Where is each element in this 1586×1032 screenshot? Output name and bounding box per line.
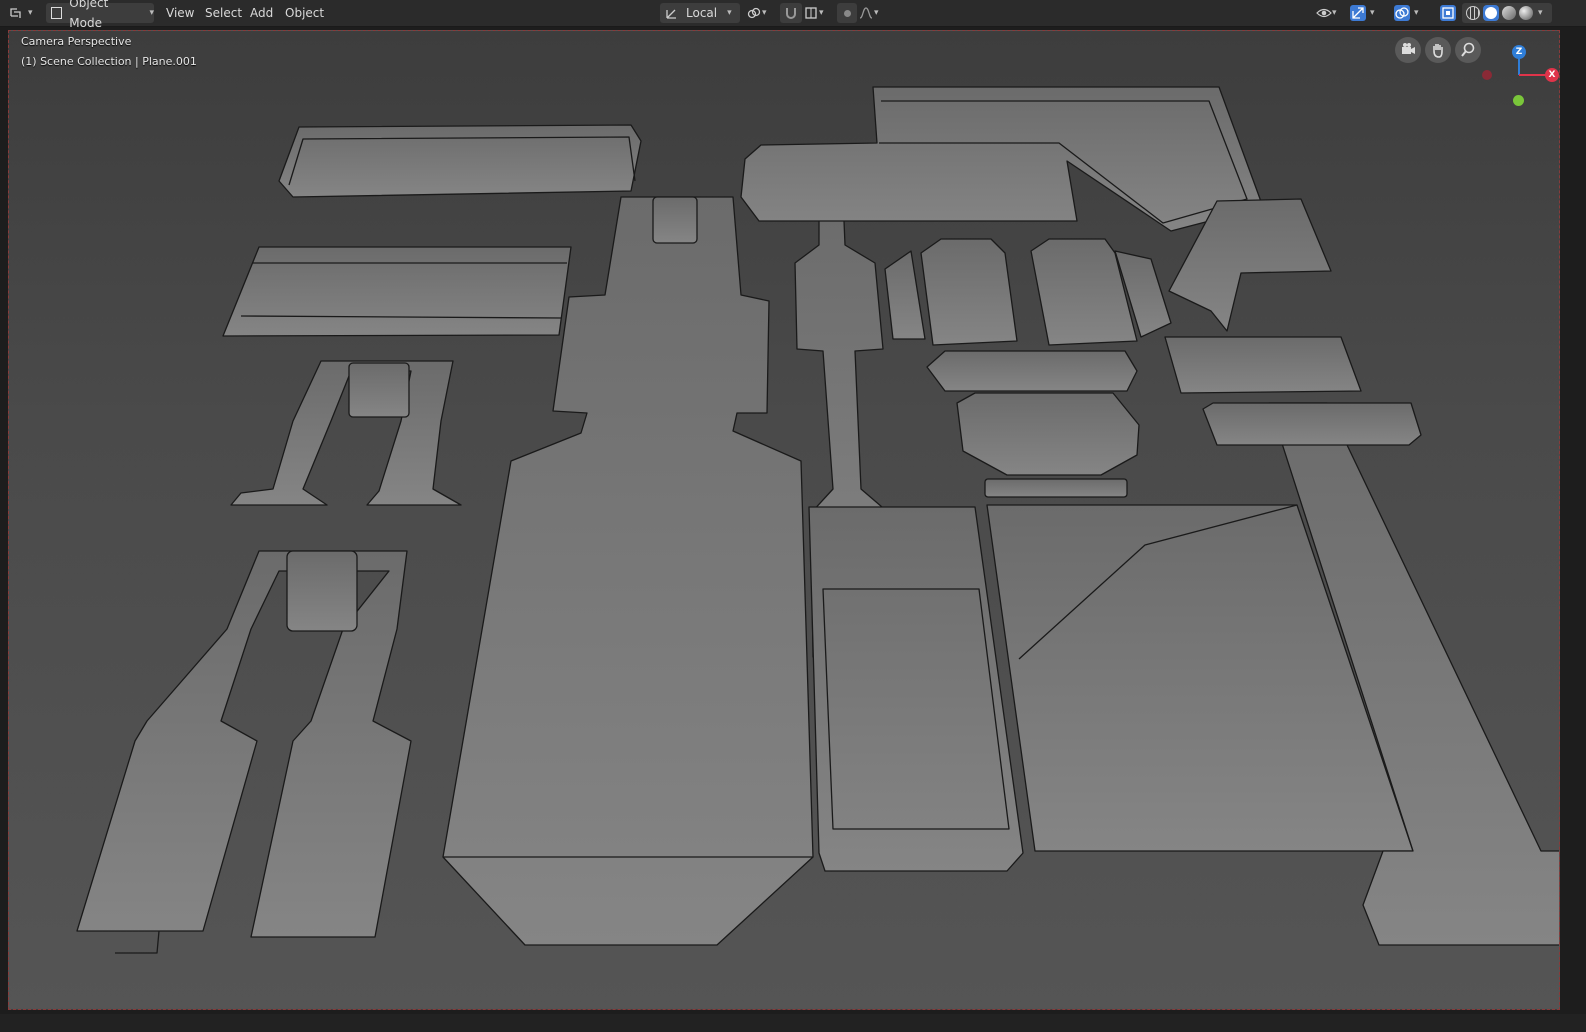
mesh-right-bracket	[1164, 198, 1422, 446]
eye-icon	[1316, 8, 1332, 18]
hand-pan-icon[interactable]	[1425, 37, 1451, 63]
y-axis-icon[interactable]	[1513, 95, 1524, 106]
proportional-edit-toggle[interactable]	[837, 3, 857, 23]
chevron-down-icon: ▾	[1332, 8, 1337, 18]
gizmo-arrows-icon	[1352, 7, 1364, 19]
rendered-shading-icon[interactable]	[1519, 6, 1533, 20]
orientation-axes-icon	[666, 9, 676, 19]
menu-view[interactable]: View	[160, 3, 200, 23]
chevron-down-icon: ▾	[1414, 8, 1419, 18]
visibility-dropdown[interactable]: ▾	[1316, 3, 1346, 23]
shading-mode-group: ▾	[1462, 3, 1552, 23]
uv-mesh-scene	[76, 86, 1559, 954]
overlays-toggle[interactable]	[1394, 5, 1410, 21]
xray-icon	[1442, 7, 1454, 19]
z-axis-icon[interactable]: Z	[1512, 45, 1526, 59]
mesh-tray	[808, 506, 1024, 872]
overlays-circles-icon	[1395, 7, 1409, 19]
material-preview-icon[interactable]	[1502, 6, 1516, 20]
chevron-down-icon: ▾	[149, 8, 154, 18]
mesh-frame-large	[76, 550, 412, 954]
editor-type-button[interactable]: ▾	[8, 3, 40, 23]
xray-toggle-bg	[1440, 5, 1456, 21]
snap-target-dropdown[interactable]: ▾	[803, 3, 831, 23]
object-mode-icon	[51, 7, 63, 19]
3d-viewport-icon	[10, 8, 21, 18]
snap-increment-icon	[805, 7, 817, 19]
falloff-curve-icon	[859, 7, 873, 19]
wireframe-shading-icon[interactable]	[1466, 6, 1480, 20]
menu-add[interactable]: Add	[244, 3, 279, 23]
chevron-down-icon: ▾	[819, 8, 824, 18]
proportional-dot-icon	[843, 9, 851, 17]
mesh-small-cluster	[884, 238, 1172, 498]
transform-orientation-dropdown[interactable]: Local ▾	[660, 3, 740, 23]
solid-shading-icon[interactable]	[1483, 5, 1499, 21]
mesh-bar-2	[222, 246, 572, 337]
neg-x-axis-icon[interactable]	[1482, 70, 1492, 80]
orientation-label: Local	[686, 6, 718, 20]
mode-label: Object Mode	[69, 0, 109, 30]
navigation-gizmo[interactable]: Z X	[1475, 41, 1559, 121]
snap-toggle[interactable]	[780, 3, 802, 23]
blender-window: ▾ Object Mode ▾ View Select Add Object L…	[0, 0, 1586, 1032]
mesh-bar-1	[278, 124, 642, 198]
overlays-dropdown[interactable]: ▾	[1394, 3, 1430, 23]
chevron-down-icon[interactable]: ▾	[1538, 3, 1543, 23]
x-axis-icon[interactable]: X	[1545, 68, 1559, 82]
pivot-link-icon	[747, 7, 761, 19]
gizmo-toggle[interactable]	[1350, 5, 1366, 21]
viewport-header: ▾ Object Mode ▾ View Select Add Object L…	[0, 0, 1586, 30]
chevron-down-icon: ▾	[727, 8, 732, 18]
camera-view-icon[interactable]	[1395, 37, 1421, 63]
gizmo-dropdown[interactable]: ▾	[1350, 3, 1386, 23]
mode-dropdown[interactable]: Object Mode ▾	[46, 0, 154, 30]
view-name-label: Camera Perspective	[21, 35, 132, 48]
falloff-dropdown[interactable]: ▾	[858, 3, 888, 23]
magnet-icon	[786, 8, 796, 19]
chevron-down-icon: ▾	[28, 8, 33, 18]
mesh-top-right-l	[740, 86, 1264, 232]
chevron-down-icon: ▾	[874, 8, 879, 18]
collection-object-label: (1) Scene Collection | Plane.001	[21, 55, 197, 68]
chevron-down-icon: ▾	[1370, 8, 1375, 18]
menu-select[interactable]: Select	[199, 3, 248, 23]
chevron-down-icon: ▾	[762, 8, 767, 18]
pivot-point-button[interactable]: ▾	[746, 3, 774, 23]
xray-toggle[interactable]	[1438, 3, 1458, 23]
3d-viewport[interactable]: Camera Perspective (1) Scene Collection …	[8, 30, 1560, 1010]
menu-object[interactable]: Object	[279, 3, 330, 23]
bottom-border	[0, 1014, 1586, 1032]
mesh-frame-small	[230, 360, 462, 506]
